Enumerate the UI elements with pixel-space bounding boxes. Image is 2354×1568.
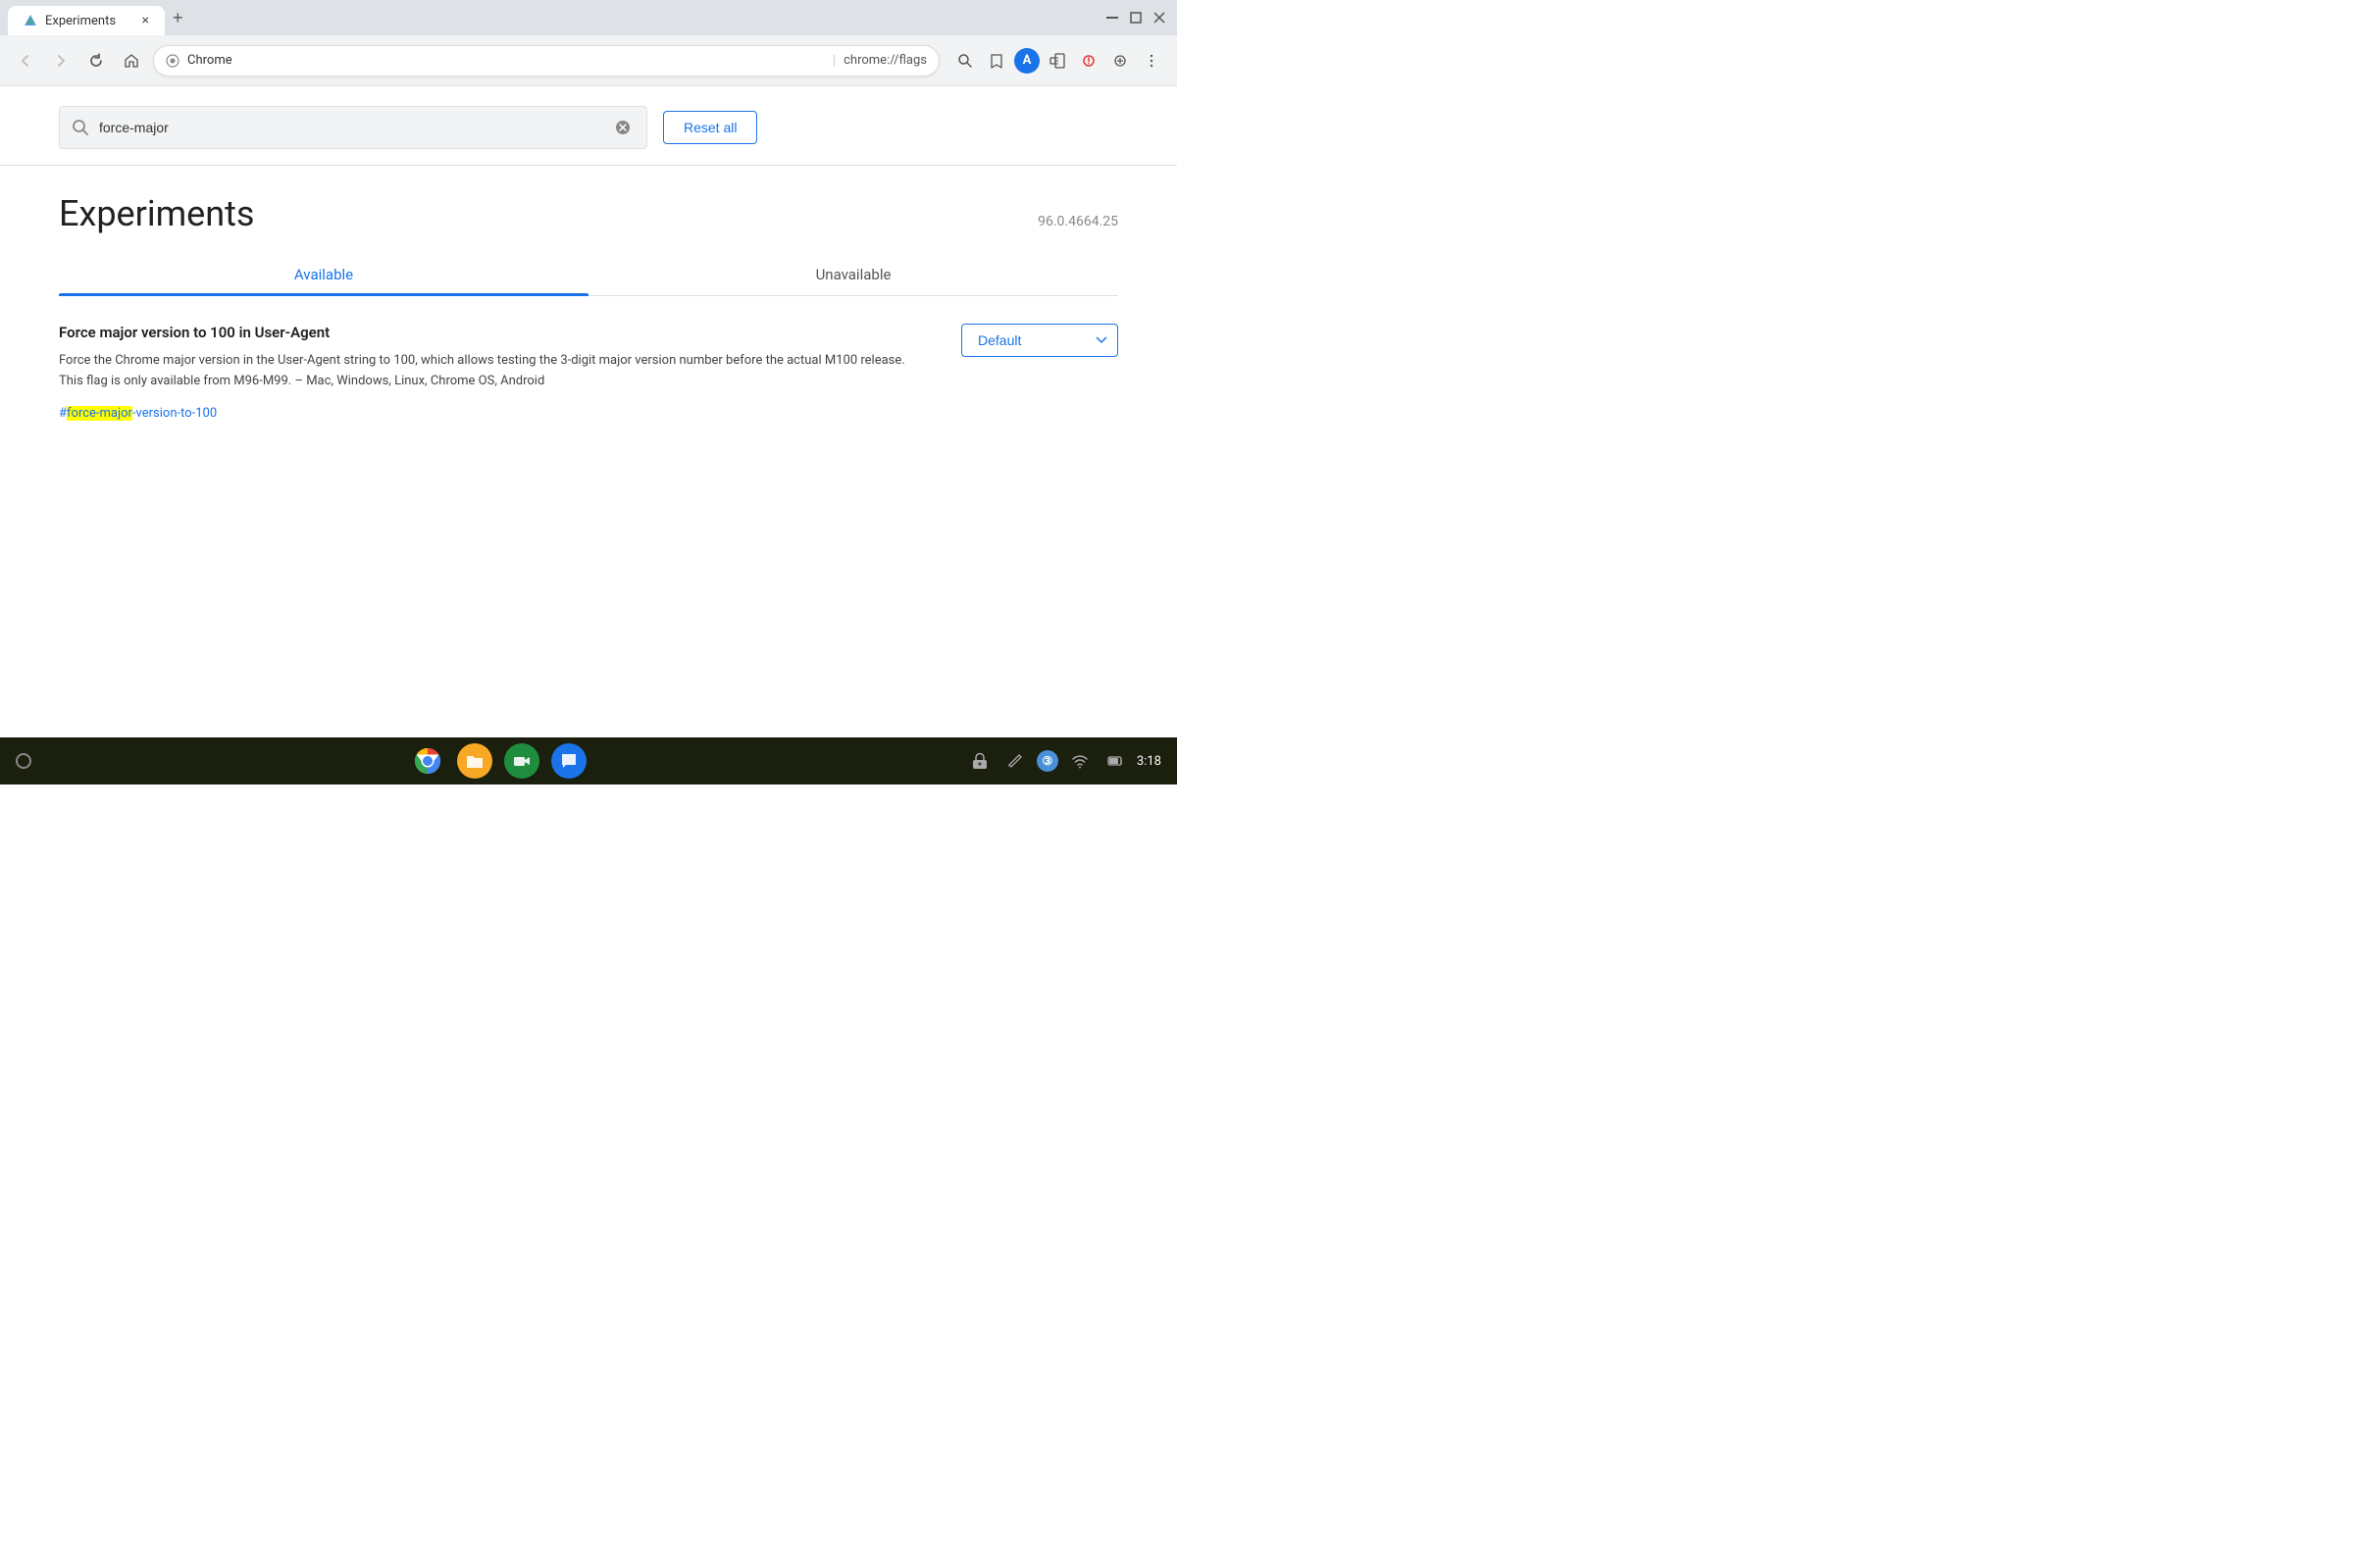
flag-description: Force the Chrome major version in the Us… bbox=[59, 351, 922, 392]
search-icon bbox=[72, 119, 89, 136]
close-button[interactable] bbox=[1150, 8, 1169, 27]
taskbar-right: ③ 3:18 bbox=[966, 747, 1161, 775]
extension2-icon[interactable] bbox=[1075, 47, 1102, 75]
chrome-taskbar-icon bbox=[414, 747, 441, 775]
tab-close-button[interactable]: × bbox=[142, 14, 149, 27]
battery-icon[interactable] bbox=[1101, 747, 1129, 775]
profile-initial: A bbox=[1023, 53, 1032, 68]
chat-taskbar-icon bbox=[559, 751, 579, 771]
title-bar: Experiments × + bbox=[0, 0, 1177, 35]
notification-count: ③ bbox=[1043, 754, 1053, 768]
search-bar bbox=[59, 106, 647, 149]
refresh-button[interactable] bbox=[82, 47, 110, 75]
reset-all-button[interactable]: Reset all bbox=[663, 111, 757, 144]
address-bar: Chrome | chrome://flags A bbox=[0, 35, 1177, 86]
search-clear-button[interactable] bbox=[611, 116, 635, 139]
screen-lock-icon[interactable] bbox=[966, 747, 994, 775]
folder-taskbar-icon bbox=[465, 751, 485, 771]
flag-link-highlight: force-major bbox=[67, 406, 132, 421]
search-toolbar-icon[interactable] bbox=[951, 47, 979, 75]
site-name: Chrome bbox=[187, 53, 825, 68]
stylus-icon[interactable] bbox=[1001, 747, 1029, 775]
new-tab-button[interactable]: + bbox=[165, 4, 191, 32]
address-divider: | bbox=[833, 53, 836, 69]
minimize-button[interactable] bbox=[1102, 8, 1122, 27]
tab-unavailable[interactable]: Unavailable bbox=[588, 254, 1118, 295]
taskbar-launcher-button[interactable] bbox=[16, 753, 31, 769]
maximize-button[interactable] bbox=[1126, 8, 1146, 27]
extensions-icon[interactable] bbox=[1044, 47, 1071, 75]
address-url: chrome://flags bbox=[844, 53, 927, 68]
wifi-icon[interactable] bbox=[1066, 747, 1094, 775]
site-security-icon bbox=[166, 54, 179, 68]
notification-badge[interactable]: ③ bbox=[1037, 750, 1058, 772]
taskbar-chrome-app[interactable] bbox=[410, 743, 445, 779]
flag-text: Force major version to 100 in User-Agent… bbox=[59, 324, 922, 421]
main-content: Experiments 96.0.4664.25 Available Unava… bbox=[0, 166, 1177, 737]
taskbar-chat-app[interactable] bbox=[551, 743, 587, 779]
flag-select[interactable]: Default Enabled Disabled bbox=[961, 324, 1118, 357]
meet-taskbar-icon bbox=[512, 751, 532, 771]
flag-entry: Force major version to 100 in User-Agent… bbox=[59, 296, 1118, 448]
search-input[interactable] bbox=[99, 120, 601, 135]
tab-available[interactable]: Available bbox=[59, 254, 588, 295]
forward-button[interactable] bbox=[47, 47, 75, 75]
tab-favicon bbox=[24, 14, 37, 27]
flag-link-rest: -version-to-100 bbox=[132, 406, 217, 421]
taskbar: ③ 3:18 bbox=[0, 737, 1177, 784]
tab-available-label: Available bbox=[294, 266, 353, 283]
taskbar-meet-app[interactable] bbox=[504, 743, 539, 779]
back-button[interactable] bbox=[12, 47, 39, 75]
flag-link-prefix: # bbox=[59, 406, 67, 421]
tab-unavailable-label: Unavailable bbox=[816, 266, 892, 283]
taskbar-left bbox=[16, 753, 31, 769]
taskbar-time: 3:18 bbox=[1137, 754, 1161, 769]
flag-name: Force major version to 100 in User-Agent bbox=[59, 324, 922, 341]
tab-title: Experiments bbox=[45, 14, 116, 28]
menu-icon[interactable] bbox=[1138, 47, 1165, 75]
version-text: 96.0.4664.25 bbox=[1038, 214, 1118, 229]
flag-link[interactable]: #force-major-version-to-100 bbox=[59, 406, 217, 421]
page-title: Experiments bbox=[59, 193, 254, 234]
taskbar-folder-app[interactable] bbox=[457, 743, 492, 779]
profile-icon[interactable]: A bbox=[1014, 48, 1040, 74]
bookmark-icon[interactable] bbox=[983, 47, 1010, 75]
tabs: Available Unavailable bbox=[59, 254, 1118, 296]
tab-area: Experiments × + bbox=[8, 0, 191, 35]
search-bar-wrap: Reset all bbox=[0, 86, 1177, 166]
taskbar-center bbox=[31, 743, 966, 779]
page-header: Experiments 96.0.4664.25 bbox=[59, 166, 1118, 254]
extension3-icon[interactable] bbox=[1106, 47, 1134, 75]
home-button[interactable] bbox=[118, 47, 145, 75]
window-controls bbox=[1102, 8, 1169, 27]
address-input[interactable]: Chrome | chrome://flags bbox=[153, 45, 940, 76]
toolbar-icons: A bbox=[951, 47, 1165, 75]
active-tab[interactable]: Experiments × bbox=[8, 6, 165, 35]
flag-control: Default Enabled Disabled bbox=[961, 324, 1118, 357]
